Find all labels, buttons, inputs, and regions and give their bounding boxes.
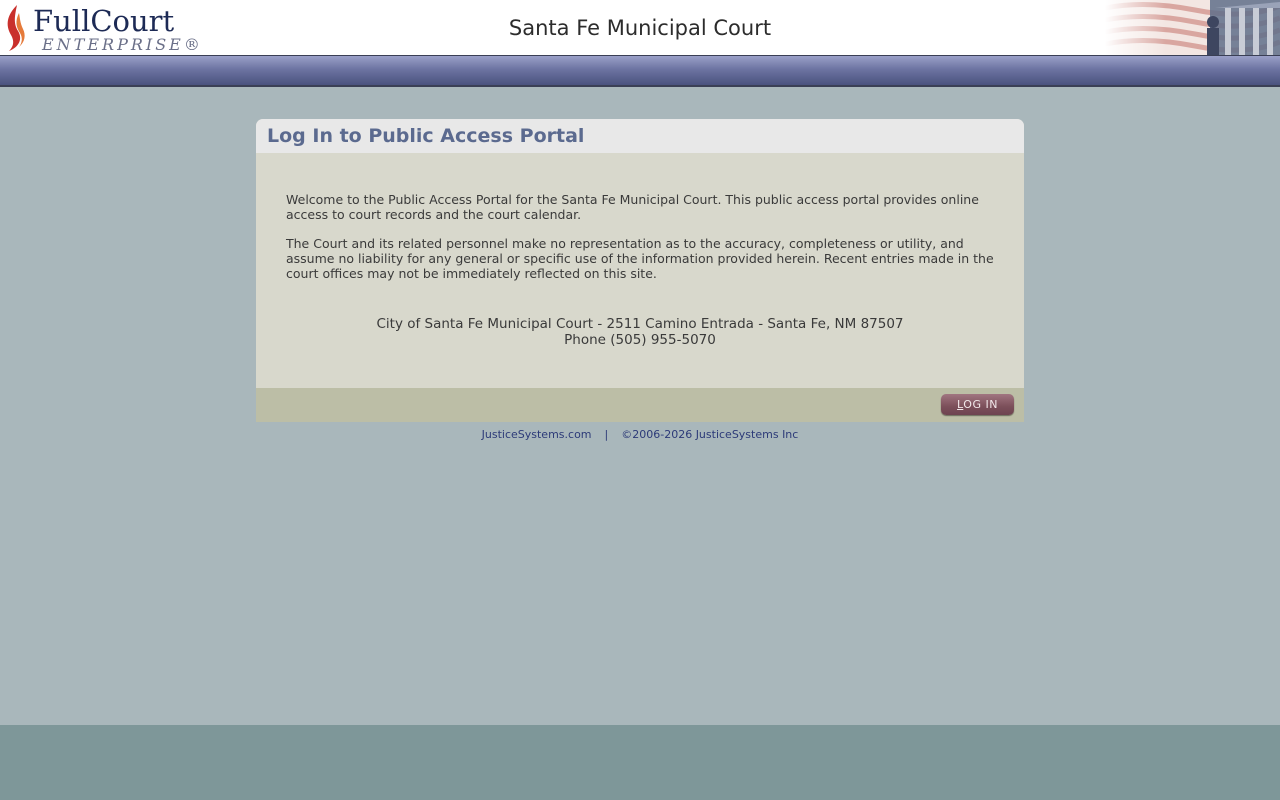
nav-bar [0,56,1280,87]
panel-title: Log In to Public Access Portal [267,125,585,147]
court-address: City of Santa Fe Municipal Court - 2511 … [376,316,904,332]
page-header: FullCourt ENTERPRISE® Santa Fe Municipal… [0,0,1280,56]
justicesystems-link[interactable]: JusticeSystems.com [482,428,592,441]
court-name: Santa Fe Municipal Court [508,16,772,40]
login-button-label: OG IN [963,398,998,411]
flag-courthouse-icon [1105,0,1280,55]
panel-footer: LOG IN [256,388,1024,422]
footer-separator: | [604,428,609,441]
disclaimer-text: The Court and its related personnel make… [286,236,994,281]
welcome-text: Welcome to the Public Access Portal for … [286,192,979,222]
bottom-band [0,725,1280,800]
panel-header: Log In to Public Access Portal [256,119,1024,153]
site-footer: JusticeSystems.com | ©2006-2026 JusticeSys… [0,428,1280,442]
login-button[interactable]: LOG IN [941,394,1014,415]
court-phone: Phone (505) 955-5070 [564,332,716,348]
copyright-text: ©2006-2026 JusticeSystems Inc [621,428,799,441]
login-panel: Log In to Public Access Portal Welcome t… [256,119,1024,422]
